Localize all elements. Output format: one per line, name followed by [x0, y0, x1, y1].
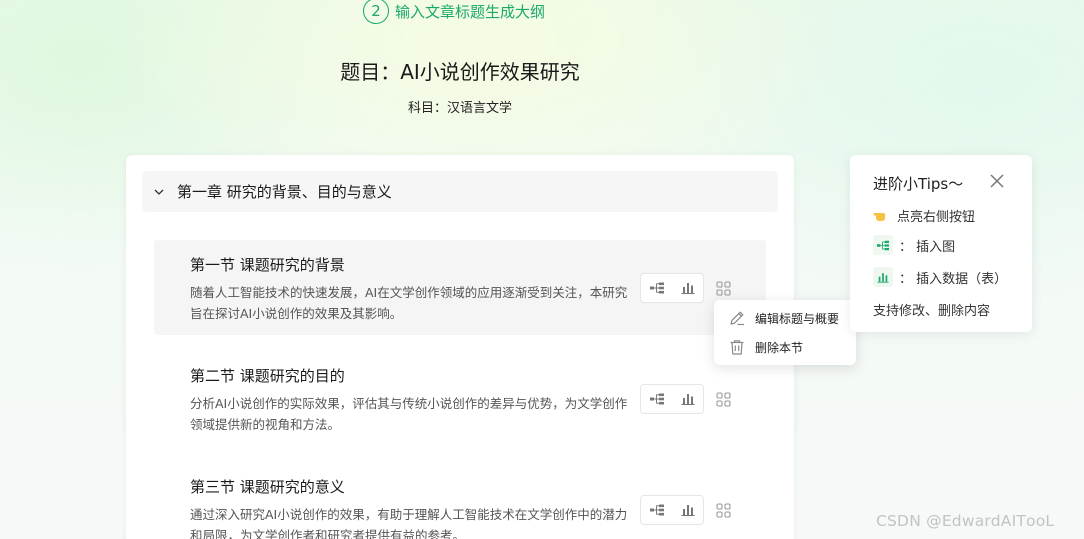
- grid-more-icon: [715, 280, 731, 296]
- insert-chart-icon: [877, 272, 889, 283]
- tips-panel: 进阶小Tips～ 点亮右侧按钮 ： 插入图 ： 插入数据（表） 支持修改、删除内…: [850, 155, 1032, 332]
- insert-chart-button[interactable]: [672, 274, 703, 302]
- tips-row-chart: ： 插入数据（表）: [873, 267, 1007, 287]
- insert-chart-icon: [681, 505, 694, 516]
- step-label: 输入文章标题生成大纲: [395, 2, 546, 21]
- section-description: 通过深入研究AI小说创作的效果，有助于理解人工智能技术在文学创作中的潜力和局限，…: [190, 507, 628, 539]
- section-toolbar: [640, 273, 704, 303]
- insert-diagram-button[interactable]: [641, 385, 672, 413]
- section-description: 分析AI小说创作的实际效果，评估其与传统小说创作的差异与优势，为文学创作领域提供…: [190, 396, 628, 432]
- step-indicator: 2 输入文章标题生成大纲: [363, 0, 545, 24]
- outline-card: 第一章 研究的背景、目的与意义 第一节 课题研究的背景 随着人工智能技术的快速发…: [126, 155, 794, 539]
- close-icon[interactable]: [988, 172, 1006, 190]
- tips-row-3-text: ： 插入数据（表）: [899, 271, 1008, 287]
- tips-row-edit: 支持修改、删除内容: [873, 300, 990, 319]
- tip-diagram-badge: [873, 235, 893, 255]
- edit-menu-label: 编辑标题与概要: [755, 311, 840, 326]
- insert-diagram-button[interactable]: [641, 496, 672, 524]
- more-options-button[interactable]: [712, 388, 734, 410]
- tips-row-1-text: 点亮右侧按钮: [897, 210, 976, 225]
- delete-menu-label: 删除本节: [755, 340, 804, 355]
- insert-diagram-button[interactable]: [641, 274, 672, 302]
- insert-diagram-icon: [649, 282, 664, 294]
- chevron-down-icon[interactable]: [154, 187, 164, 197]
- tips-row-diagram: ： 插入图: [873, 235, 955, 255]
- tips-row-4-text: 支持修改、删除内容: [873, 304, 991, 319]
- more-options-button[interactable]: [712, 499, 734, 521]
- insert-chart-icon: [681, 283, 694, 294]
- insert-diagram-icon: [649, 504, 664, 516]
- section-title: 第二节 课题研究的目的: [190, 367, 345, 385]
- insert-diagram-icon: [877, 240, 889, 250]
- grid-more-icon: [715, 391, 731, 407]
- page-title: 题目：AI小说创作效果研究: [340, 60, 580, 84]
- grid-more-icon: [715, 502, 731, 518]
- tips-row-activate: 点亮右侧按钮: [873, 206, 975, 225]
- section-description: 随着人工智能技术的快速发展，AI在文学创作领域的应用逐渐受到关注，本研究旨在探讨…: [190, 285, 628, 321]
- section-item[interactable]: 第一节 课题研究的背景 随着人工智能技术的快速发展，AI在文学创作领域的应用逐渐…: [154, 240, 766, 335]
- section-title: 第一节 课题研究的背景: [190, 256, 345, 274]
- tips-title: 进阶小Tips～: [873, 175, 964, 193]
- section-title: 第三节 课题研究的意义: [190, 478, 345, 496]
- delete-section-menu-item[interactable]: 删除本节: [728, 335, 803, 359]
- watermark: CSDN @EdwardAIТooL: [876, 512, 1055, 530]
- insert-diagram-icon: [649, 393, 664, 405]
- section-item[interactable]: 第三节 课题研究的意义 通过深入研究AI小说创作的效果，有助于理解人工智能技术在…: [154, 462, 766, 539]
- pointing-hand-icon: [873, 212, 886, 221]
- trash-icon: [730, 340, 744, 355]
- insert-chart-icon: [681, 394, 694, 405]
- subject-label: 科目：汉语言文学: [407, 101, 512, 116]
- step-number: 2: [363, 0, 389, 24]
- chapter-title: 第一章 研究的背景、目的与意义: [177, 183, 392, 201]
- tip-chart-badge: [873, 267, 893, 287]
- insert-chart-button[interactable]: [672, 496, 703, 524]
- tips-row-2-text: ： 插入图: [899, 239, 956, 255]
- pencil-icon: [730, 311, 744, 326]
- section-toolbar: [640, 495, 704, 525]
- section-context-menu: 编辑标题与概要 删除本节: [714, 300, 856, 365]
- section-item[interactable]: 第二节 课题研究的目的 分析AI小说创作的实际效果，评估其与传统小说创作的差异与…: [154, 351, 766, 446]
- section-toolbar: [640, 384, 704, 414]
- edit-title-summary-menu-item[interactable]: 编辑标题与概要: [728, 306, 839, 330]
- insert-chart-button[interactable]: [672, 385, 703, 413]
- chapter-header[interactable]: 第一章 研究的背景、目的与意义: [142, 171, 778, 212]
- more-options-button[interactable]: [712, 277, 734, 299]
